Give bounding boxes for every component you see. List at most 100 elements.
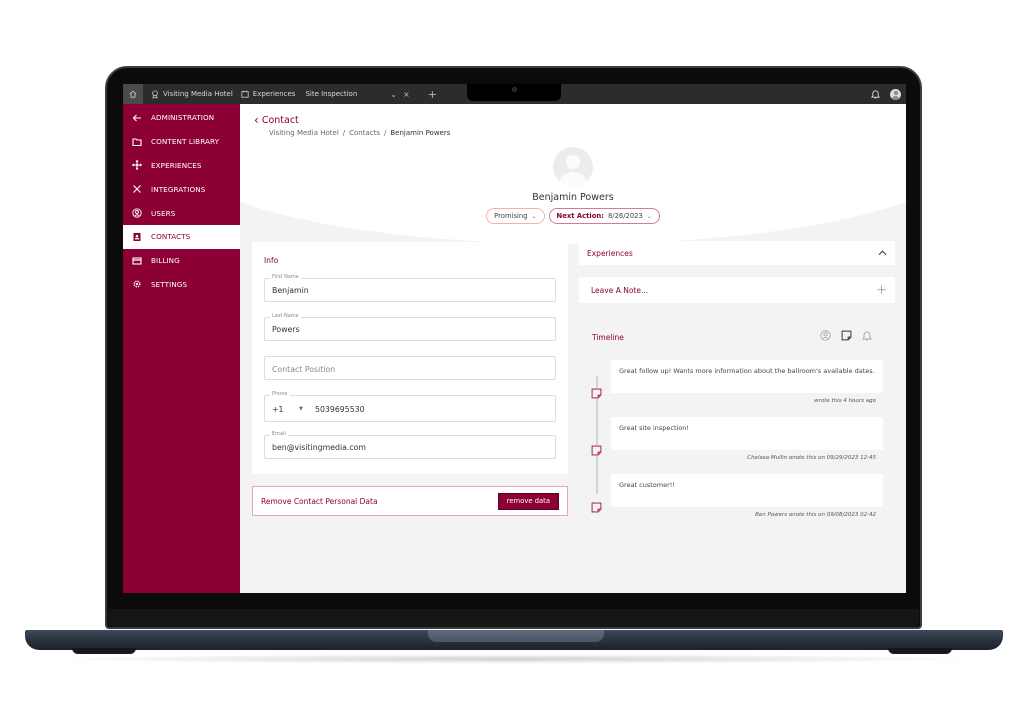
- add-tab-button[interactable]: +: [428, 88, 437, 101]
- field-value: Powers: [272, 325, 300, 334]
- sidebar: ADMINISTRATION CONTENT LIBRARY EXPERIENC…: [123, 104, 240, 593]
- chevron-down-icon: ⌄: [531, 212, 537, 220]
- home-button[interactable]: [123, 84, 143, 104]
- experiences-title: Experiences: [587, 248, 633, 258]
- user-filter-icon[interactable]: [820, 330, 831, 341]
- sidebar-item-label: BILLING: [151, 256, 180, 266]
- field-value: ben@visitingmedia.com: [272, 443, 367, 452]
- chevron-left-icon: ‹: [254, 113, 259, 127]
- sidebar-item-label: ADMINISTRATION: [151, 113, 215, 123]
- note-icon: [591, 445, 602, 456]
- note-meta: Ben Powers wrote this on 09/08/2023 02:4…: [755, 512, 876, 518]
- back-label: Contact: [261, 114, 299, 126]
- calendar-icon: [241, 90, 249, 98]
- chevron-up-icon[interactable]: [878, 250, 887, 256]
- sidebar-item-label: EXPERIENCES: [151, 160, 202, 170]
- contact-avatar: [553, 147, 593, 187]
- timeline-entry[interactable]: Great customer!!: [611, 474, 883, 507]
- sidebar-item-billing[interactable]: BILLING: [123, 249, 240, 273]
- note-meta: Chelsea Mullin wrote this on 09/29/2023 …: [747, 455, 876, 461]
- phone-value: 5039695530: [315, 405, 365, 414]
- sidebar-item-users[interactable]: USERS: [123, 201, 240, 225]
- tab-experiences[interactable]: Experiences: [241, 90, 296, 98]
- first-name-field[interactable]: First Name Benjamin: [264, 274, 556, 302]
- note-text: Great follow up! Wants more information …: [619, 367, 875, 375]
- sidebar-item-experiences[interactable]: EXPERIENCES: [123, 154, 240, 178]
- info-title: Info: [264, 256, 279, 265]
- remove-data-card: Remove Contact Personal Data remove data: [252, 486, 568, 516]
- info-card: Info First Name Benjamin Last Name Power…: [252, 242, 568, 474]
- chevron-down-icon[interactable]: ⌄: [390, 90, 397, 99]
- remove-data-button[interactable]: remove data: [497, 492, 559, 510]
- field-label: Email: [270, 431, 288, 437]
- next-action-date: 8/26/2023: [607, 212, 643, 220]
- experiences-icon: [132, 160, 142, 171]
- integrations-icon: [133, 185, 141, 194]
- timeline-entry[interactable]: Great follow up! Wants more information …: [611, 360, 883, 393]
- sidebar-item-content-library[interactable]: CONTENT LIBRARY: [123, 130, 240, 154]
- close-icon[interactable]: ×: [403, 90, 410, 99]
- next-action-dropdown[interactable]: Next Action: 8/26/2023 ⌄: [548, 208, 660, 224]
- sidebar-item-label: USERS: [151, 208, 176, 218]
- contact-name: Benjamin Powers: [532, 192, 614, 203]
- laptop-hinge-notch: [428, 630, 604, 642]
- note-filter-icon[interactable]: [841, 330, 852, 341]
- breadcrumb-separator: /: [384, 129, 387, 137]
- sidebar-item-settings[interactable]: SETTINGS: [123, 273, 240, 297]
- timeline-entry[interactable]: Great site inspection!: [611, 417, 883, 450]
- field-value: Benjamin: [272, 286, 309, 295]
- caret-down-icon[interactable]: ▼: [299, 406, 303, 412]
- status-dropdown[interactable]: Promising ⌄: [486, 208, 545, 224]
- contact-card-icon: [133, 232, 141, 241]
- experiences-accordion[interactable]: Experiences: [579, 241, 895, 265]
- breadcrumb-item[interactable]: Visiting Media Hotel: [269, 129, 339, 137]
- next-action-label: Next Action:: [556, 212, 604, 220]
- breadcrumb: Visiting Media Hotel / Contacts / Benjam…: [269, 129, 450, 137]
- sidebar-item-contacts[interactable]: CONTACTS: [123, 224, 240, 249]
- field-placeholder: Contact Position: [272, 365, 336, 374]
- laptop-shadow: [40, 654, 984, 664]
- tab-hotel[interactable]: Visiting Media Hotel: [151, 90, 233, 99]
- screen: Visiting Media Hotel Experiences Site In…: [123, 84, 906, 593]
- award-icon: [152, 90, 158, 99]
- timeline-title: Timeline: [592, 333, 624, 342]
- laptop-foot: [888, 648, 952, 654]
- tab-label: Visiting Media Hotel: [163, 90, 233, 98]
- main-content: ‹ Contact Visiting Media Hotel / Contact…: [240, 104, 906, 593]
- bell-icon[interactable]: [871, 89, 880, 99]
- sidebar-item-label: INTEGRATIONS: [151, 184, 206, 194]
- sidebar-item-integrations[interactable]: INTEGRATIONS: [123, 177, 240, 201]
- add-note-icon[interactable]: +: [876, 283, 887, 298]
- camera-icon: [512, 87, 517, 92]
- tab-label: Experiences: [252, 90, 296, 98]
- leave-note-label: Leave A Note...: [591, 285, 649, 295]
- bell-filter-icon[interactable]: [862, 330, 872, 341]
- note-text: Great site inspection!: [619, 424, 690, 432]
- breadcrumb-item[interactable]: Contacts: [349, 129, 380, 137]
- sidebar-item-label: CONTACTS: [151, 232, 191, 242]
- breadcrumb-separator: /: [342, 129, 346, 137]
- note-icon: [591, 502, 602, 513]
- leave-note-bar[interactable]: Leave A Note... +: [579, 277, 895, 303]
- breadcrumb-current: Benjamin Powers: [390, 129, 451, 137]
- home-icon: [129, 90, 137, 98]
- note-meta: wrote this 4 hours ago: [814, 398, 876, 404]
- field-label: Phone: [270, 391, 290, 397]
- status-value: Promising: [494, 212, 528, 220]
- user-avatar-icon[interactable]: [890, 88, 901, 100]
- last-name-field[interactable]: Last Name Powers: [264, 313, 556, 341]
- folder-icon: [132, 138, 142, 146]
- back-to-contact-link[interactable]: ‹ Contact: [254, 114, 299, 126]
- email-field[interactable]: Email ben@visitingmedia.com: [264, 431, 556, 459]
- tab-site-inspection[interactable]: Site Inspection: [305, 90, 357, 98]
- tab-label: Site Inspection: [305, 90, 358, 98]
- phone-field[interactable]: Phone +1 ▼ 5039695530: [264, 391, 556, 422]
- chevron-down-icon: ⌄: [646, 212, 652, 220]
- laptop-foot: [72, 648, 136, 654]
- field-label: First Name: [270, 274, 301, 280]
- country-code-select[interactable]: +1: [272, 405, 284, 414]
- note-text: Great customer!!: [619, 481, 675, 489]
- sidebar-item-administration[interactable]: ADMINISTRATION: [123, 106, 240, 130]
- contact-position-field[interactable]: Contact Position: [264, 356, 556, 380]
- laptop-bezel: [108, 609, 919, 627]
